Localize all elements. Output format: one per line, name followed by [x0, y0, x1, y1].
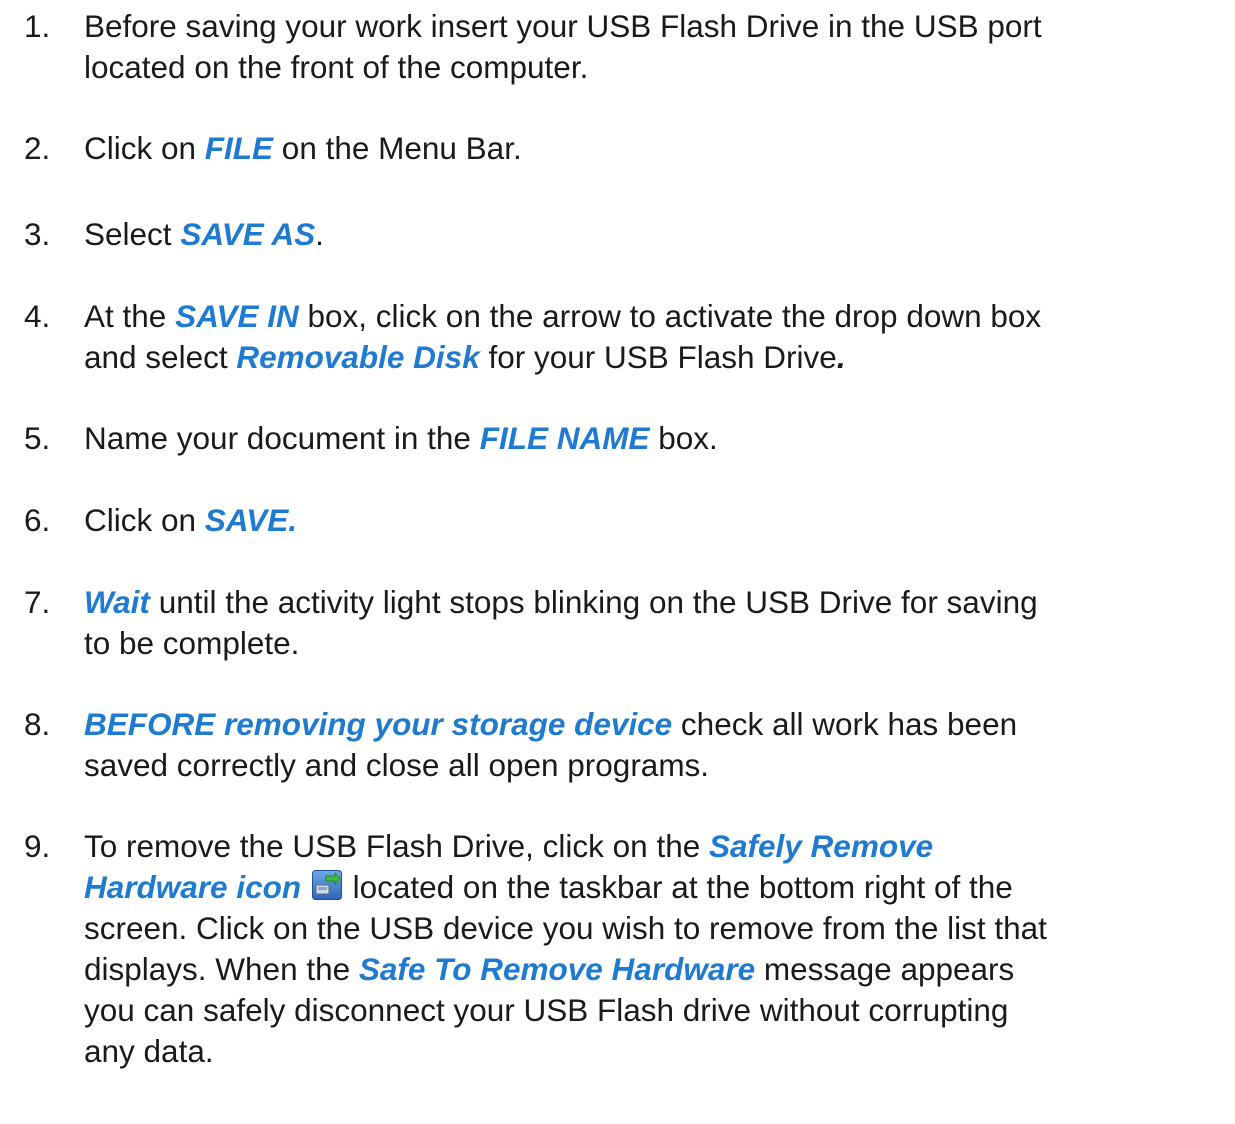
text-segment: for your USB Flash Drive: [479, 339, 837, 375]
step-text: Click on FILE on the Menu Bar.: [84, 128, 1224, 169]
step-text: Name your document in the FILE NAME box.: [84, 418, 1224, 459]
step-number: 8.: [24, 706, 51, 742]
step-number: 2.: [24, 130, 51, 166]
text-segment: you can safely disconnect your USB Flash…: [84, 992, 1009, 1028]
emphasized-term: Safely Remove: [709, 828, 934, 864]
text-segment: message appears: [755, 951, 1015, 987]
text-segment: box.: [649, 420, 718, 456]
text-line: and select Removable Disk for your USB F…: [84, 337, 1224, 378]
text-segment: box, click on the arrow to activate the …: [298, 298, 1042, 334]
text-line: displays. When the Safe To Remove Hardwa…: [84, 949, 1224, 990]
step-number: 7.: [24, 584, 51, 620]
text-segment: any data.: [84, 1033, 214, 1069]
emphasized-term: SAVE AS: [180, 216, 316, 252]
step-number: 5.: [24, 420, 51, 456]
safely-remove-hardware-icon: [311, 869, 342, 900]
step-text: Before saving your work insert your USB …: [84, 6, 1224, 88]
text-segment: At the: [84, 298, 176, 334]
step-text: To remove the USB Flash Drive, click on …: [84, 826, 1224, 1072]
text-segment: saved correctly and close all open progr…: [84, 747, 710, 783]
text-line: you can safely disconnect your USB Flash…: [84, 990, 1224, 1031]
step-number: 1.: [24, 8, 51, 44]
text-line: saved correctly and close all open progr…: [84, 745, 1224, 786]
step-text: Click on SAVE.: [84, 500, 1224, 541]
text-segment: located on the front of the computer.: [84, 49, 589, 85]
emphasized-term: Removable Disk: [236, 339, 480, 375]
emphasized-term: BEFORE removing your storage device: [84, 706, 673, 742]
text-segment: Before saving your work insert your USB …: [84, 8, 1042, 44]
text-segment: Click on: [84, 130, 205, 166]
text-segment: check all work has been: [672, 706, 1018, 742]
step-number: 6.: [24, 502, 51, 538]
text-segment: .: [315, 216, 324, 252]
text-line: Hardware icon located on the taskbar at …: [84, 867, 1224, 908]
emphasized-term: FILE NAME: [479, 420, 650, 456]
text-segment: until the activity light stops blinking …: [149, 584, 1038, 620]
text-segment: .: [836, 339, 846, 375]
emphasized-term: SAVE.: [204, 502, 297, 538]
text-line: any data.: [84, 1031, 1224, 1072]
text-segment: and select: [84, 339, 237, 375]
text-segment: Name your document in the: [84, 420, 480, 456]
text-line: Name your document in the FILE NAME box.: [84, 418, 1224, 459]
text-segment: on the Menu Bar.: [273, 130, 522, 166]
emphasized-term: Wait: [84, 584, 150, 620]
text-line: To remove the USB Flash Drive, click on …: [84, 826, 1224, 867]
text-line: Select SAVE AS.: [84, 214, 1224, 255]
text-segment: Select: [84, 216, 181, 252]
step-text: Wait until the activity light stops blin…: [84, 582, 1224, 664]
step-text: Select SAVE AS.: [84, 214, 1224, 255]
text-line: Click on FILE on the Menu Bar.: [84, 128, 1224, 169]
emphasized-term: Hardware icon: [84, 869, 302, 905]
text-line: Wait until the activity light stops blin…: [84, 582, 1224, 623]
text-segment: displays. When the: [84, 951, 359, 987]
step-number: 4.: [24, 298, 51, 334]
text-segment: To remove the USB Flash Drive, click on …: [84, 828, 709, 864]
text-segment: screen. Click on the USB device you wish…: [84, 910, 1047, 946]
step-number: 9.: [24, 828, 51, 864]
step-text: At the SAVE IN box, click on the arrow t…: [84, 296, 1224, 378]
text-segment: to be complete.: [84, 625, 300, 661]
emphasized-term: SAVE IN: [175, 298, 299, 334]
step-text: BEFORE removing your storage device chec…: [84, 704, 1224, 786]
text-line: BEFORE removing your storage device chec…: [84, 704, 1224, 745]
text-line: Before saving your work insert your USB …: [84, 6, 1224, 47]
text-segment: [301, 869, 310, 905]
text-segment: Click on: [84, 502, 205, 538]
text-line: At the SAVE IN box, click on the arrow t…: [84, 296, 1224, 337]
step-number: 3.: [24, 216, 51, 252]
text-segment: located on the taskbar at the bottom rig…: [343, 869, 1013, 905]
text-line: to be complete.: [84, 623, 1224, 664]
text-line: Click on SAVE.: [84, 500, 1224, 541]
text-line: located on the front of the computer.: [84, 47, 1224, 88]
emphasized-term: Safe To Remove Hardware: [358, 951, 756, 987]
text-line: screen. Click on the USB device you wish…: [84, 908, 1224, 949]
emphasized-term: FILE: [204, 130, 274, 166]
